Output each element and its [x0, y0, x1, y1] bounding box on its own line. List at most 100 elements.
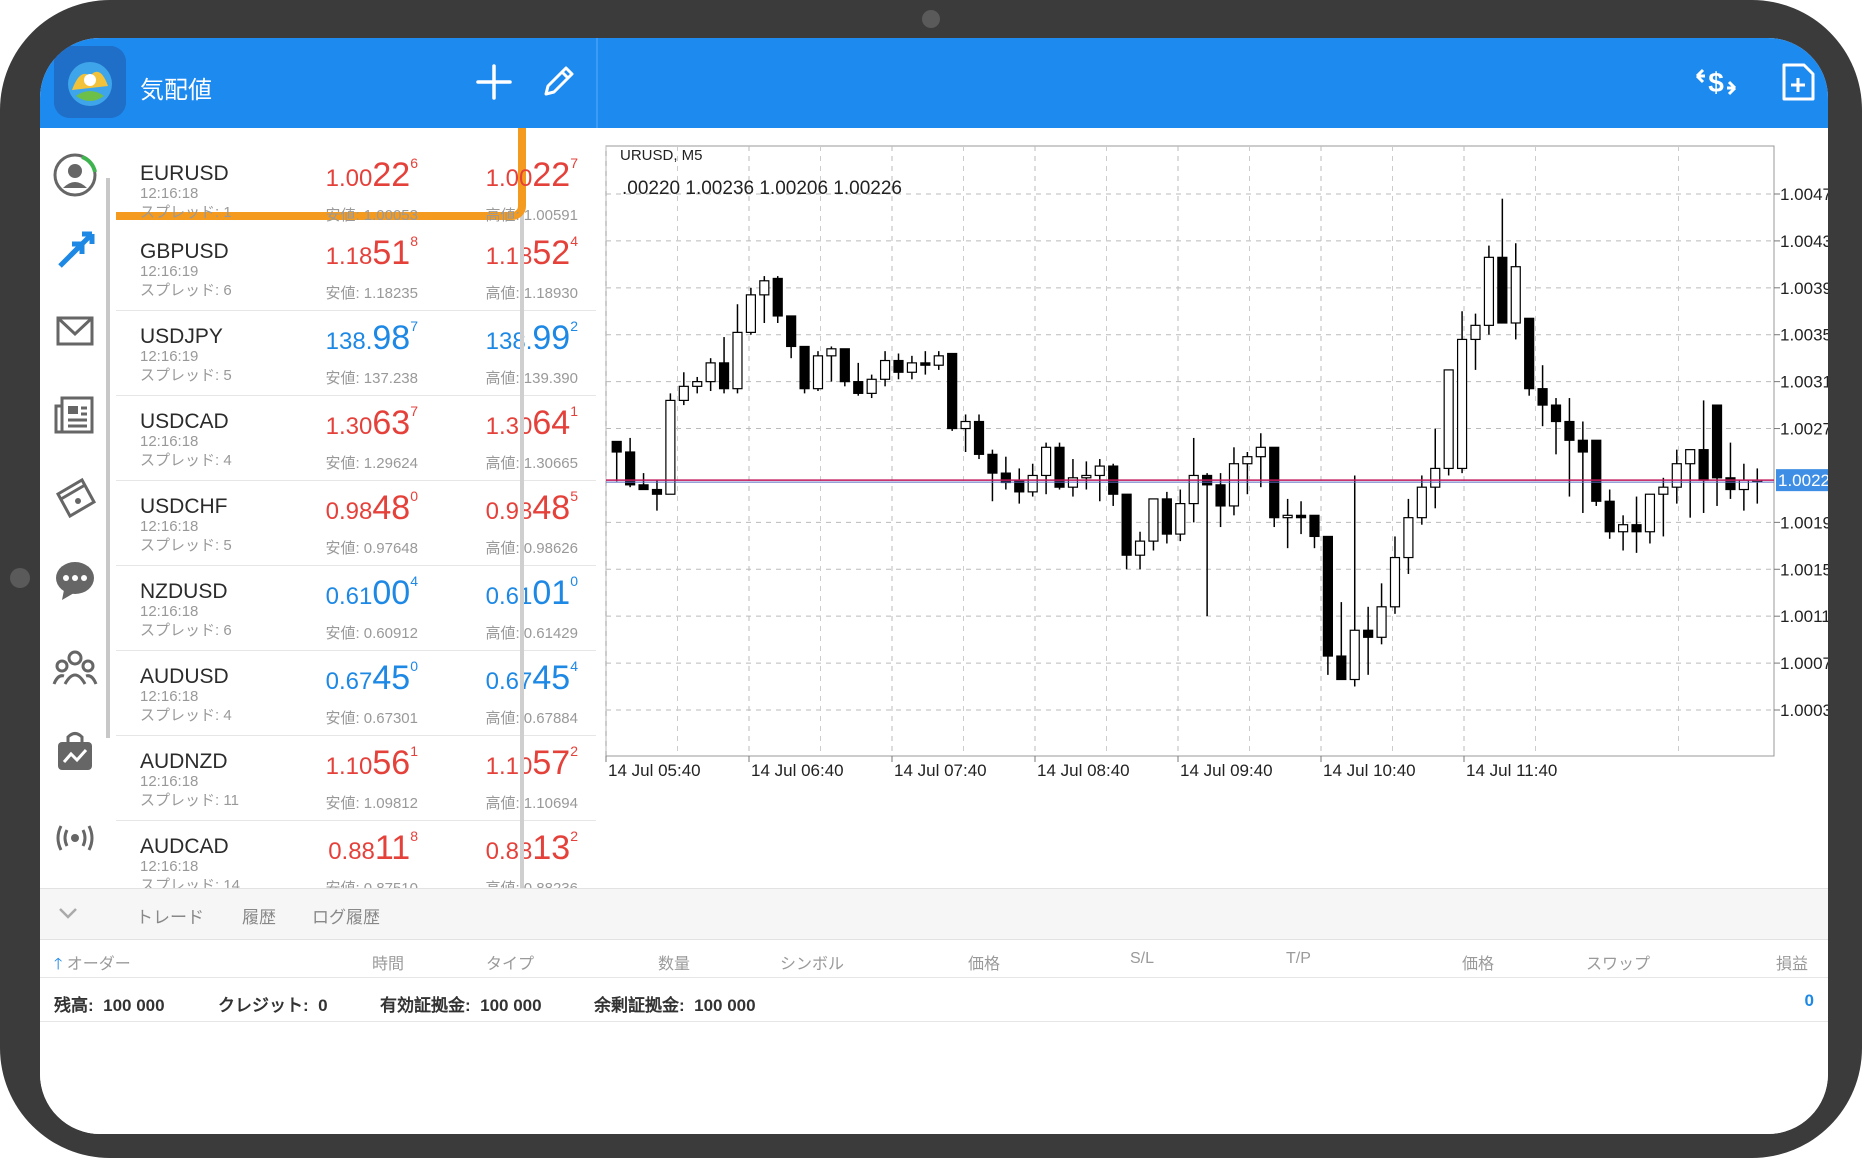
- candle-bearish[interactable]: [718, 362, 730, 390]
- candle-bullish[interactable]: [705, 362, 716, 383]
- ask-price[interactable]: 0.67454: [486, 659, 578, 695]
- candle-bullish[interactable]: [1685, 449, 1696, 465]
- candle-bullish[interactable]: [1041, 446, 1052, 477]
- col-symbol[interactable]: シンボル: [780, 950, 844, 974]
- candle-bullish[interactable]: [866, 378, 877, 394]
- candle-bullish[interactable]: [1658, 486, 1669, 495]
- candle-bearish[interactable]: [1121, 493, 1132, 556]
- bid-price[interactable]: 0.61004: [326, 574, 418, 610]
- candle-bullish[interactable]: [1148, 498, 1159, 542]
- bid-price[interactable]: 1.00226: [326, 156, 418, 192]
- ask-price[interactable]: 0.61010: [486, 574, 578, 610]
- candle-bearish[interactable]: [1054, 446, 1065, 488]
- candle-bullish[interactable]: [1510, 266, 1521, 324]
- candle-bullish[interactable]: [1134, 540, 1146, 556]
- col-time[interactable]: 時間: [372, 950, 404, 974]
- candle-bullish[interactable]: [745, 294, 756, 333]
- ask-price[interactable]: 1.10572: [486, 744, 578, 780]
- nav-community[interactable]: [48, 640, 102, 694]
- quote-row[interactable]: AUDNZD 12:16:18 スプレッド: 11 1.10561 1.1057…: [116, 736, 596, 821]
- candle-bearish[interactable]: [1604, 500, 1615, 533]
- candle-bullish[interactable]: [1389, 556, 1401, 608]
- candle-bearish[interactable]: [611, 440, 622, 453]
- candle-bearish[interactable]: [1524, 317, 1535, 390]
- quotes-scrollbar[interactable]: [520, 128, 524, 888]
- candle-bearish[interactable]: [1215, 484, 1226, 507]
- collapse-chevron-icon[interactable]: [56, 903, 80, 928]
- candle-bullish[interactable]: [1282, 514, 1293, 519]
- candle-bullish[interactable]: [1456, 338, 1468, 470]
- nav-chat[interactable]: [48, 554, 102, 608]
- tab-journal[interactable]: ログ履歴: [312, 903, 380, 928]
- candle-bullish[interactable]: [826, 348, 837, 357]
- quotes-list[interactable]: EURUSD 12:16:18 スプレッド: 1 1.00226 1.00227…: [116, 128, 600, 888]
- candle-bearish[interactable]: [1336, 655, 1347, 681]
- candle-bullish[interactable]: [1403, 517, 1414, 559]
- candle-bullish[interactable]: [678, 385, 689, 401]
- ask-price[interactable]: 138.992: [486, 319, 578, 355]
- candle-bearish[interactable]: [1711, 404, 1723, 479]
- candle-bearish[interactable]: [839, 348, 850, 383]
- edit-button[interactable]: [534, 58, 582, 106]
- quote-row[interactable]: NZDUSD 12:16:18 スプレッド: 6 0.61004 0.61010…: [116, 566, 596, 651]
- candle-bearish[interactable]: [1577, 439, 1588, 453]
- nav-account[interactable]: [48, 148, 102, 202]
- candle-bullish[interactable]: [1228, 463, 1240, 507]
- nav-mail[interactable]: [48, 304, 102, 358]
- nav-news[interactable]: [48, 388, 102, 442]
- candle-bearish[interactable]: [786, 315, 797, 348]
- col-current-price[interactable]: 価格: [1462, 950, 1494, 974]
- candle-bullish[interactable]: [1738, 479, 1749, 491]
- candle-bearish[interactable]: [638, 484, 649, 491]
- candle-bullish[interactable]: [1443, 369, 1454, 470]
- candle-bearish[interactable]: [1631, 524, 1642, 533]
- nav-calendar[interactable]: [48, 470, 102, 524]
- candle-bullish[interactable]: [906, 362, 918, 373]
- candle-bearish[interactable]: [1161, 498, 1172, 535]
- candle-bullish[interactable]: [1175, 503, 1186, 535]
- candle-bearish[interactable]: [1537, 388, 1548, 406]
- candle-bearish[interactable]: [1000, 472, 1011, 484]
- candle-bearish[interactable]: [893, 359, 904, 373]
- col-order[interactable]: 🡑 オーダー: [54, 950, 131, 980]
- candle-bearish[interactable]: [1322, 535, 1333, 657]
- quote-row[interactable]: USDCHF 12:16:18 スプレッド: 5 0.98480 0.98485…: [116, 481, 596, 566]
- add-symbol-button[interactable]: [470, 58, 518, 106]
- candle-bullish[interactable]: [1242, 456, 1253, 465]
- ask-price[interactable]: 0.98485: [486, 489, 578, 525]
- candle-bullish[interactable]: [960, 420, 971, 430]
- candle-bullish[interactable]: [1671, 463, 1682, 488]
- quote-row[interactable]: GBPUSD 12:16:19 スプレッド: 6 1.18518 1.18524…: [116, 226, 596, 311]
- candle-bearish[interactable]: [1550, 404, 1562, 423]
- ask-price[interactable]: 1.18524: [486, 234, 578, 270]
- currency-swap-button[interactable]: $: [1692, 58, 1740, 106]
- candle-bullish[interactable]: [1255, 446, 1266, 458]
- col-type[interactable]: タイプ: [486, 950, 534, 974]
- candle-bullish[interactable]: [1618, 524, 1629, 533]
- new-order-button[interactable]: [1774, 58, 1822, 106]
- col-sl[interactable]: S/L: [1130, 950, 1154, 968]
- col-volume[interactable]: 数量: [658, 950, 690, 974]
- candle-bearish[interactable]: [772, 277, 783, 317]
- quote-row[interactable]: USDCAD 12:16:18 スプレッド: 4 1.30637 1.30641…: [116, 396, 596, 481]
- candle-bullish[interactable]: [759, 280, 770, 296]
- mt4-logo-icon[interactable]: [54, 46, 126, 118]
- col-tp[interactable]: T/P: [1286, 950, 1311, 968]
- nav-signals[interactable]: [48, 806, 102, 860]
- candle-bullish[interactable]: [1644, 493, 1656, 533]
- candlestick-chart[interactable]: 1.00470 1.00430 1.00390 1.00350 1.00310 1.002…: [604, 128, 1828, 888]
- candle-bearish[interactable]: [651, 488, 663, 495]
- quote-row[interactable]: AUDUSD 12:16:18 スプレッド: 4 0.67450 0.67454…: [116, 651, 596, 736]
- bid-price[interactable]: 1.10561: [326, 744, 418, 780]
- candle-bearish[interactable]: [947, 352, 958, 430]
- candle-bullish[interactable]: [1027, 474, 1038, 493]
- candle-bearish[interactable]: [853, 381, 864, 394]
- bid-price[interactable]: 1.18518: [326, 234, 418, 270]
- candle-bullish[interactable]: [732, 331, 743, 390]
- ask-price[interactable]: 1.00227: [486, 156, 578, 192]
- candle-bullish[interactable]: [1416, 486, 1427, 519]
- col-price[interactable]: 価格: [968, 950, 1000, 974]
- price-chart[interactable]: 1.00470 1.00430 1.00390 1.00350 1.00310 1.002…: [604, 128, 1828, 888]
- nav-market[interactable]: [48, 724, 102, 778]
- quote-row[interactable]: AUDCAD 12:16:18 スプレッド: 14 0.88118 0.8813…: [116, 821, 596, 888]
